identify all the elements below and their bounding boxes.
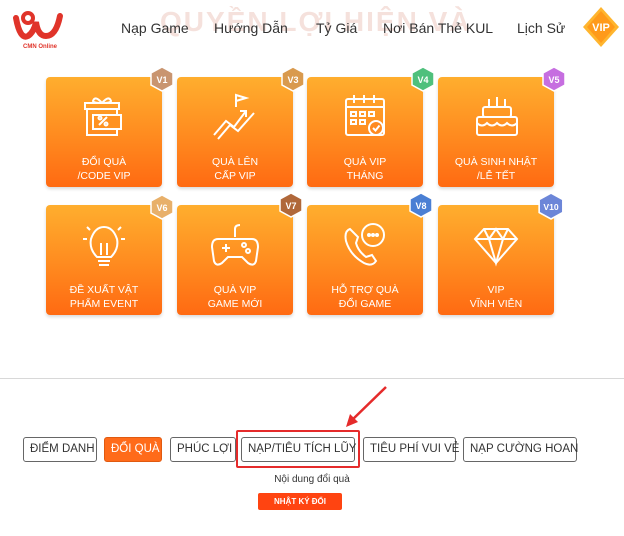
nav-huong-dan[interactable]: Hướng Dẫn bbox=[214, 20, 288, 36]
level-badge-v8-icon: V8 bbox=[409, 192, 433, 218]
card-qua-sinh-nhat[interactable]: QUÀ SINH NHẬT /LỄ TẾT bbox=[438, 77, 554, 187]
card-qua-vip-game-moi[interactable]: QUÀ VIP GAME MỚI bbox=[177, 205, 293, 315]
card-vip-vinh-vien[interactable]: VIP VĨNH VIỄN bbox=[438, 205, 554, 315]
nav-noi-ban-the[interactable]: Nơi Bán Thẻ KUL bbox=[383, 20, 493, 36]
card-doi-qua-code-vip[interactable]: ĐỔI QUÀ /CODE VIP bbox=[46, 77, 162, 187]
card-ho-tro-qua-doi-game[interactable]: HỖ TRỢ QUÀ ĐỔI GAME bbox=[307, 205, 423, 315]
gift-voucher-icon bbox=[84, 97, 122, 136]
card-label: VIP VĨNH VIỄN bbox=[469, 284, 523, 310]
level-badge-v3-icon: V3 bbox=[281, 66, 305, 92]
svg-text:V3: V3 bbox=[287, 75, 298, 85]
vip-badge[interactable]: VIP bbox=[582, 6, 620, 48]
card-label: QUÀ VIP THÁNG bbox=[343, 156, 387, 182]
level-badge-v4-icon: V4 bbox=[411, 66, 435, 92]
card-label: HỖ TRỢ QUÀ ĐỔI GAME bbox=[331, 284, 399, 310]
brand-logo[interactable]: CMN Online bbox=[12, 10, 68, 54]
level-badge-v1-icon: V1 bbox=[150, 66, 174, 92]
svg-text:V4: V4 bbox=[417, 75, 428, 85]
card-qua-len-cap-vip[interactable]: QUÀ LÊN CẤP VIP bbox=[177, 77, 293, 187]
nav-lich-su[interactable]: Lịch Sử bbox=[517, 20, 565, 36]
birthday-cake-icon bbox=[476, 97, 518, 136]
history-button[interactable]: NHẬT KÝ ĐỔI bbox=[258, 493, 342, 510]
svg-text:V8: V8 bbox=[415, 201, 426, 211]
top-header: CMN Online QUYỀN LỢI HIỆN VÀ Nạp Game Hư… bbox=[0, 0, 624, 62]
lightbulb-icon bbox=[83, 225, 125, 266]
svg-text:V6: V6 bbox=[156, 203, 167, 213]
card-label: QUÀ SINH NHẬT /LỄ TẾT bbox=[454, 156, 538, 182]
tab-nap-cuong-hoan[interactable]: NẠP CƯỜNG HOAN bbox=[463, 437, 578, 462]
level-up-chart-icon bbox=[213, 93, 255, 140]
vip-label: VIP bbox=[592, 22, 610, 34]
svg-text:V5: V5 bbox=[548, 75, 559, 85]
tab-tieu-phi-vui-ve[interactable]: TIÊU PHÍ VUI VẺ bbox=[363, 437, 459, 462]
card-qua-vip-thang[interactable]: QUÀ VIP THÁNG bbox=[307, 77, 423, 187]
nav-nap-game[interactable]: Nạp Game bbox=[121, 20, 189, 36]
calendar-icon bbox=[345, 95, 385, 136]
logo-mark-icon bbox=[13, 11, 63, 40]
gamepad-icon bbox=[210, 224, 260, 266]
card-label: QUÀ VIP GAME MỚI bbox=[207, 284, 263, 310]
pointer-arrow-icon bbox=[346, 386, 387, 427]
tab-diem-danh[interactable]: ĐIỂM DANH bbox=[23, 437, 97, 462]
svg-text:V1: V1 bbox=[156, 75, 167, 85]
logo-text: CMN Online bbox=[23, 44, 57, 50]
svg-text:V10: V10 bbox=[543, 202, 559, 212]
nav-ty-gia[interactable]: Tỷ Giá bbox=[316, 20, 357, 36]
tab-doi-qua[interactable]: ĐỔI QUÀ bbox=[104, 437, 162, 462]
highlight-box bbox=[236, 430, 360, 468]
support-call-icon bbox=[344, 223, 385, 266]
card-label: ĐỀ XUẤT VẬT PHẨM EVENT bbox=[69, 284, 139, 310]
card-label: QUÀ LÊN CẤP VIP bbox=[211, 156, 259, 182]
diamond-icon bbox=[473, 227, 519, 267]
level-badge-v7-icon: V7 bbox=[279, 192, 303, 218]
tab-phuc-loi[interactable]: PHÚC LỢI bbox=[170, 437, 236, 462]
section-divider bbox=[0, 378, 624, 379]
level-badge-v10-icon: V10 bbox=[538, 192, 564, 220]
card-label: ĐỔI QUÀ /CODE VIP bbox=[77, 156, 131, 182]
vip-diamond-icon: VIP bbox=[583, 7, 619, 47]
svg-text:V7: V7 bbox=[285, 201, 296, 211]
content-text: Nội dung đổi quà bbox=[274, 474, 350, 485]
card-de-xuat-vat-pham[interactable]: ĐỀ XUẤT VẬT PHẨM EVENT bbox=[46, 205, 162, 315]
level-badge-v6-icon: V6 bbox=[150, 194, 174, 220]
level-badge-v5-icon: V5 bbox=[542, 66, 566, 92]
